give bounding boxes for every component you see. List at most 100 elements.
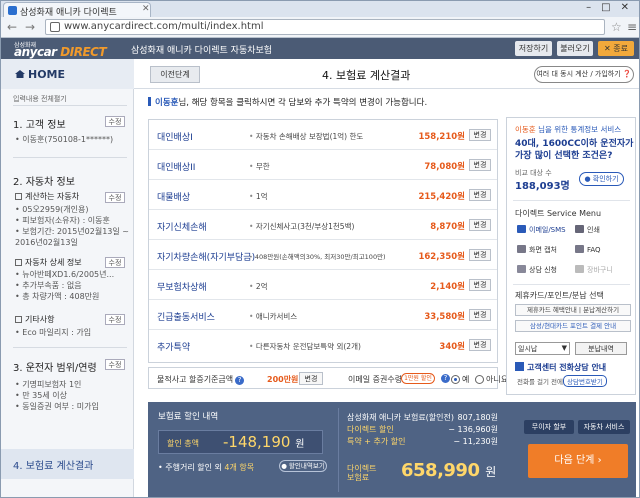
callcenter-label: 고객센터 전화상담 안내 — [527, 363, 607, 372]
note-pre: • 주행거리 할인 외 — [158, 463, 225, 472]
coverage-name: 추가특약 — [157, 343, 191, 353]
change-button[interactable]: 변경 — [469, 129, 491, 141]
driver-age: • 만 35세 이상 — [15, 391, 67, 400]
checkbox-icon — [15, 259, 22, 266]
coverage-row[interactable]: 긴급출동서비스 애니카서비스 33,580원 변경 — [149, 300, 497, 330]
coverage-row[interactable]: 대물배상 1억 215,420원 변경 — [149, 180, 497, 210]
save-button[interactable]: 저장하기 — [515, 41, 552, 56]
installment-button[interactable]: 분납내역 — [575, 342, 627, 355]
checkbox-icon — [15, 316, 22, 323]
page-title: 4. 보험료 계산결과 — [322, 69, 411, 82]
car-etc-title: 기타사항 — [15, 314, 54, 325]
email-sms-item[interactable]: 이메일/SMS — [517, 225, 566, 235]
faq-icon — [575, 245, 584, 253]
load-button[interactable]: 불러오기 — [557, 41, 593, 56]
edit-etc-button[interactable]: 수정 — [105, 314, 125, 325]
card-point-button[interactable]: 삼성/현대카드 포인트 결제 안내 — [515, 320, 631, 332]
premium-label: 삼성화재 애니카 보험료(할인전) — [347, 413, 455, 422]
notice-text: 이동훈님, 해당 항목을 클릭하시면 각 담보와 추가 특약의 변경이 가능합니… — [148, 96, 427, 108]
discount-total-box: 할인 총액 -148,190 원 — [158, 430, 323, 454]
menu-icon[interactable]: ≡ — [627, 20, 637, 34]
coverage-amount: 33,580원 — [424, 312, 465, 322]
change-button[interactable]: 변경 — [469, 219, 491, 231]
payment-select[interactable]: 일시납 ▼ — [515, 342, 570, 355]
logo-accent: DIRECT — [60, 45, 107, 59]
card-benefit-button[interactable]: 제휴카드 혜택안내 | 분납계산하기 — [515, 304, 631, 316]
mail-icon — [517, 225, 526, 233]
change-button[interactable]: 변경 — [469, 159, 491, 171]
help-icon[interactable]: ? — [441, 374, 450, 383]
help-icon[interactable]: ? — [235, 376, 245, 385]
divider — [13, 157, 127, 158]
coverage-amount: 78,080원 — [424, 162, 465, 172]
coverage-name: 자기차량손해(자기부담금) — [157, 253, 256, 263]
car-owner: • 피보험자(소유자) : 이동훈 — [15, 216, 110, 225]
stats-heading-text: 님을 위한 통계정보 서비스 — [535, 125, 622, 134]
faq-item[interactable]: FAQ — [575, 245, 601, 254]
deduct-change-button[interactable]: 변경 — [299, 372, 323, 385]
change-button[interactable]: 변경 — [469, 249, 491, 261]
next-step-button[interactable]: 다음 단계 › — [528, 444, 628, 478]
back-icon[interactable]: ← — [7, 20, 17, 34]
main-content: 이전단계 4. 보험료 계산결과 여러 대 동시 계산 / 가입하기 ❓ 이동훈… — [134, 59, 639, 497]
exit-button[interactable]: ✕ 종료 — [598, 41, 634, 56]
change-button[interactable]: 변경 — [469, 279, 491, 291]
multi-car-button[interactable]: 여러 대 동시 계산 / 가입하기 ❓ — [534, 66, 634, 83]
change-button[interactable]: 변경 — [469, 339, 491, 351]
window-controls[interactable]: –□✕ — [586, 2, 639, 13]
svc-label: FAQ — [587, 246, 601, 254]
edit-car-detail-button[interactable]: 수정 — [105, 257, 125, 268]
close-tab-icon[interactable]: ✕ — [142, 4, 150, 14]
capture-item[interactable]: 화면 캡처 — [517, 245, 557, 255]
cart-icon — [575, 265, 584, 273]
car-model: • 뉴아반떼XD1.6/2005년... — [15, 270, 115, 279]
coverage-row[interactable]: 추가특약 다른자동차 운전담보특약 외(2개) 340원 변경 — [149, 330, 497, 362]
change-button[interactable]: 변경 — [469, 309, 491, 321]
car-value: • 총 차량가액 : 408만원 — [15, 292, 100, 301]
edit-customer-button[interactable]: 수정 — [105, 116, 125, 127]
car-group-title: 계산하는 자동차 — [15, 191, 79, 202]
radio-checked-icon — [451, 375, 460, 384]
edit-car-button[interactable]: 수정 — [105, 192, 125, 203]
print-item[interactable]: 인쇄 — [575, 225, 600, 235]
anycar-logo[interactable]: anycar DIRECT — [14, 45, 107, 59]
installment-free-button[interactable]: 무이자 할부 — [524, 420, 574, 434]
tab-bar: 삼성화재 애니카 다이렉트 ✕ –□✕ — [1, 1, 639, 17]
prev-step-button[interactable]: 이전단계 — [150, 66, 200, 83]
cart-item[interactable]: 장바구니 — [575, 265, 613, 275]
edit-driver-button[interactable]: 수정 — [105, 359, 125, 370]
compare-value: 188,093명 — [515, 181, 570, 192]
forward-icon[interactable]: → — [25, 20, 35, 34]
change-button[interactable]: 변경 — [469, 189, 491, 201]
stats-question: 40대, 1600CC이하 운전자가 가장 많이 선택한 조건은? — [515, 138, 633, 162]
radio-no[interactable]: 아니요 — [475, 374, 508, 385]
coverage-row[interactable]: 대인배상II 무한 78,080원 변경 — [149, 150, 497, 180]
coverage-name: 대물배상 — [157, 193, 191, 203]
browser-tab[interactable]: 삼성화재 애니카 다이렉트 ✕ — [3, 2, 151, 17]
favicon-icon — [8, 6, 17, 15]
section-customer-title: 1. 고객 정보 — [13, 120, 66, 131]
section-result-active[interactable]: 4. 보험료 계산결과 — [1, 449, 134, 479]
coverage-table: 대인배상I 자동차 손해배상 보장법(1억) 한도 158,210원 변경 대인… — [148, 119, 498, 363]
phone-icon — [515, 362, 524, 371]
coverage-row[interactable]: 자기신체손해 자기신체사고(3천/부상1천5백) 8,870원 변경 — [149, 210, 497, 240]
home-link[interactable]: HOME — [1, 59, 134, 89]
get-number-button[interactable]: 상담번호받기 — [563, 375, 607, 387]
confirm-stats-button[interactable]: ● 확인하기 — [579, 172, 624, 186]
expand-all-link[interactable]: 입력내용 전체펼기 — [13, 94, 67, 104]
view-discount-button[interactable]: ● 할인내역보기 — [279, 460, 327, 472]
callcenter-note: 전화를 걸기 전에 상담번호받기 — [517, 375, 607, 387]
car-service-button[interactable]: 자동차 서비스 — [578, 420, 630, 434]
radio-yes[interactable]: 예 — [451, 374, 469, 385]
coverage-row[interactable]: 대인배상I 자동차 손해배상 보장법(1억) 한도 158,210원 변경 — [149, 120, 497, 150]
divider — [513, 284, 630, 285]
coverage-desc: 408만원(손해액의30%, 최저30만/최고100만) — [249, 251, 386, 261]
total-premium: 658,990 원 — [401, 460, 496, 481]
url-input[interactable]: www.anycardirect.com/multi/index.html — [45, 19, 605, 35]
coverage-row[interactable]: 자기차량손해(자기부담금) 408만원(손해액의30%, 최저30만/최고100… — [149, 240, 497, 270]
stats-heading: 이동훈 님을 위한 통계정보 서비스 — [515, 124, 621, 135]
chat-icon — [517, 265, 526, 273]
coverage-row[interactable]: 무보험차상해 2억 2,140원 변경 — [149, 270, 497, 300]
bookmark-star-icon[interactable]: ☆ — [611, 20, 622, 34]
consult-item[interactable]: 상담 신청 — [517, 265, 557, 275]
